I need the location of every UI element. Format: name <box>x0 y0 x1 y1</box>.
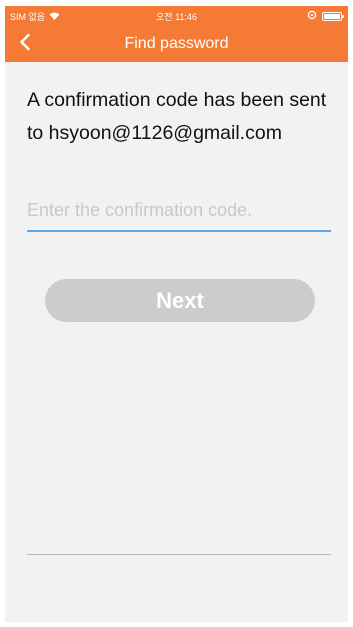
confirmation-message: A confirmation code has been sent to hsy… <box>27 89 327 144</box>
nav-bar: Find password <box>5 26 348 62</box>
battery-icon <box>322 11 344 21</box>
confirmation-code-input[interactable] <box>27 194 331 232</box>
page-title: Find password <box>124 35 229 52</box>
status-bar: SIM 없음 오전 11:46 <box>5 6 348 26</box>
status-time: 오전 11:46 <box>156 12 197 22</box>
rotation-lock-icon <box>307 10 317 22</box>
app-screen: SIM 없음 오전 11:46 Find password A confirma… <box>5 6 348 622</box>
divider <box>27 554 331 555</box>
next-button[interactable]: Next <box>45 279 315 322</box>
status-right <box>307 10 344 22</box>
